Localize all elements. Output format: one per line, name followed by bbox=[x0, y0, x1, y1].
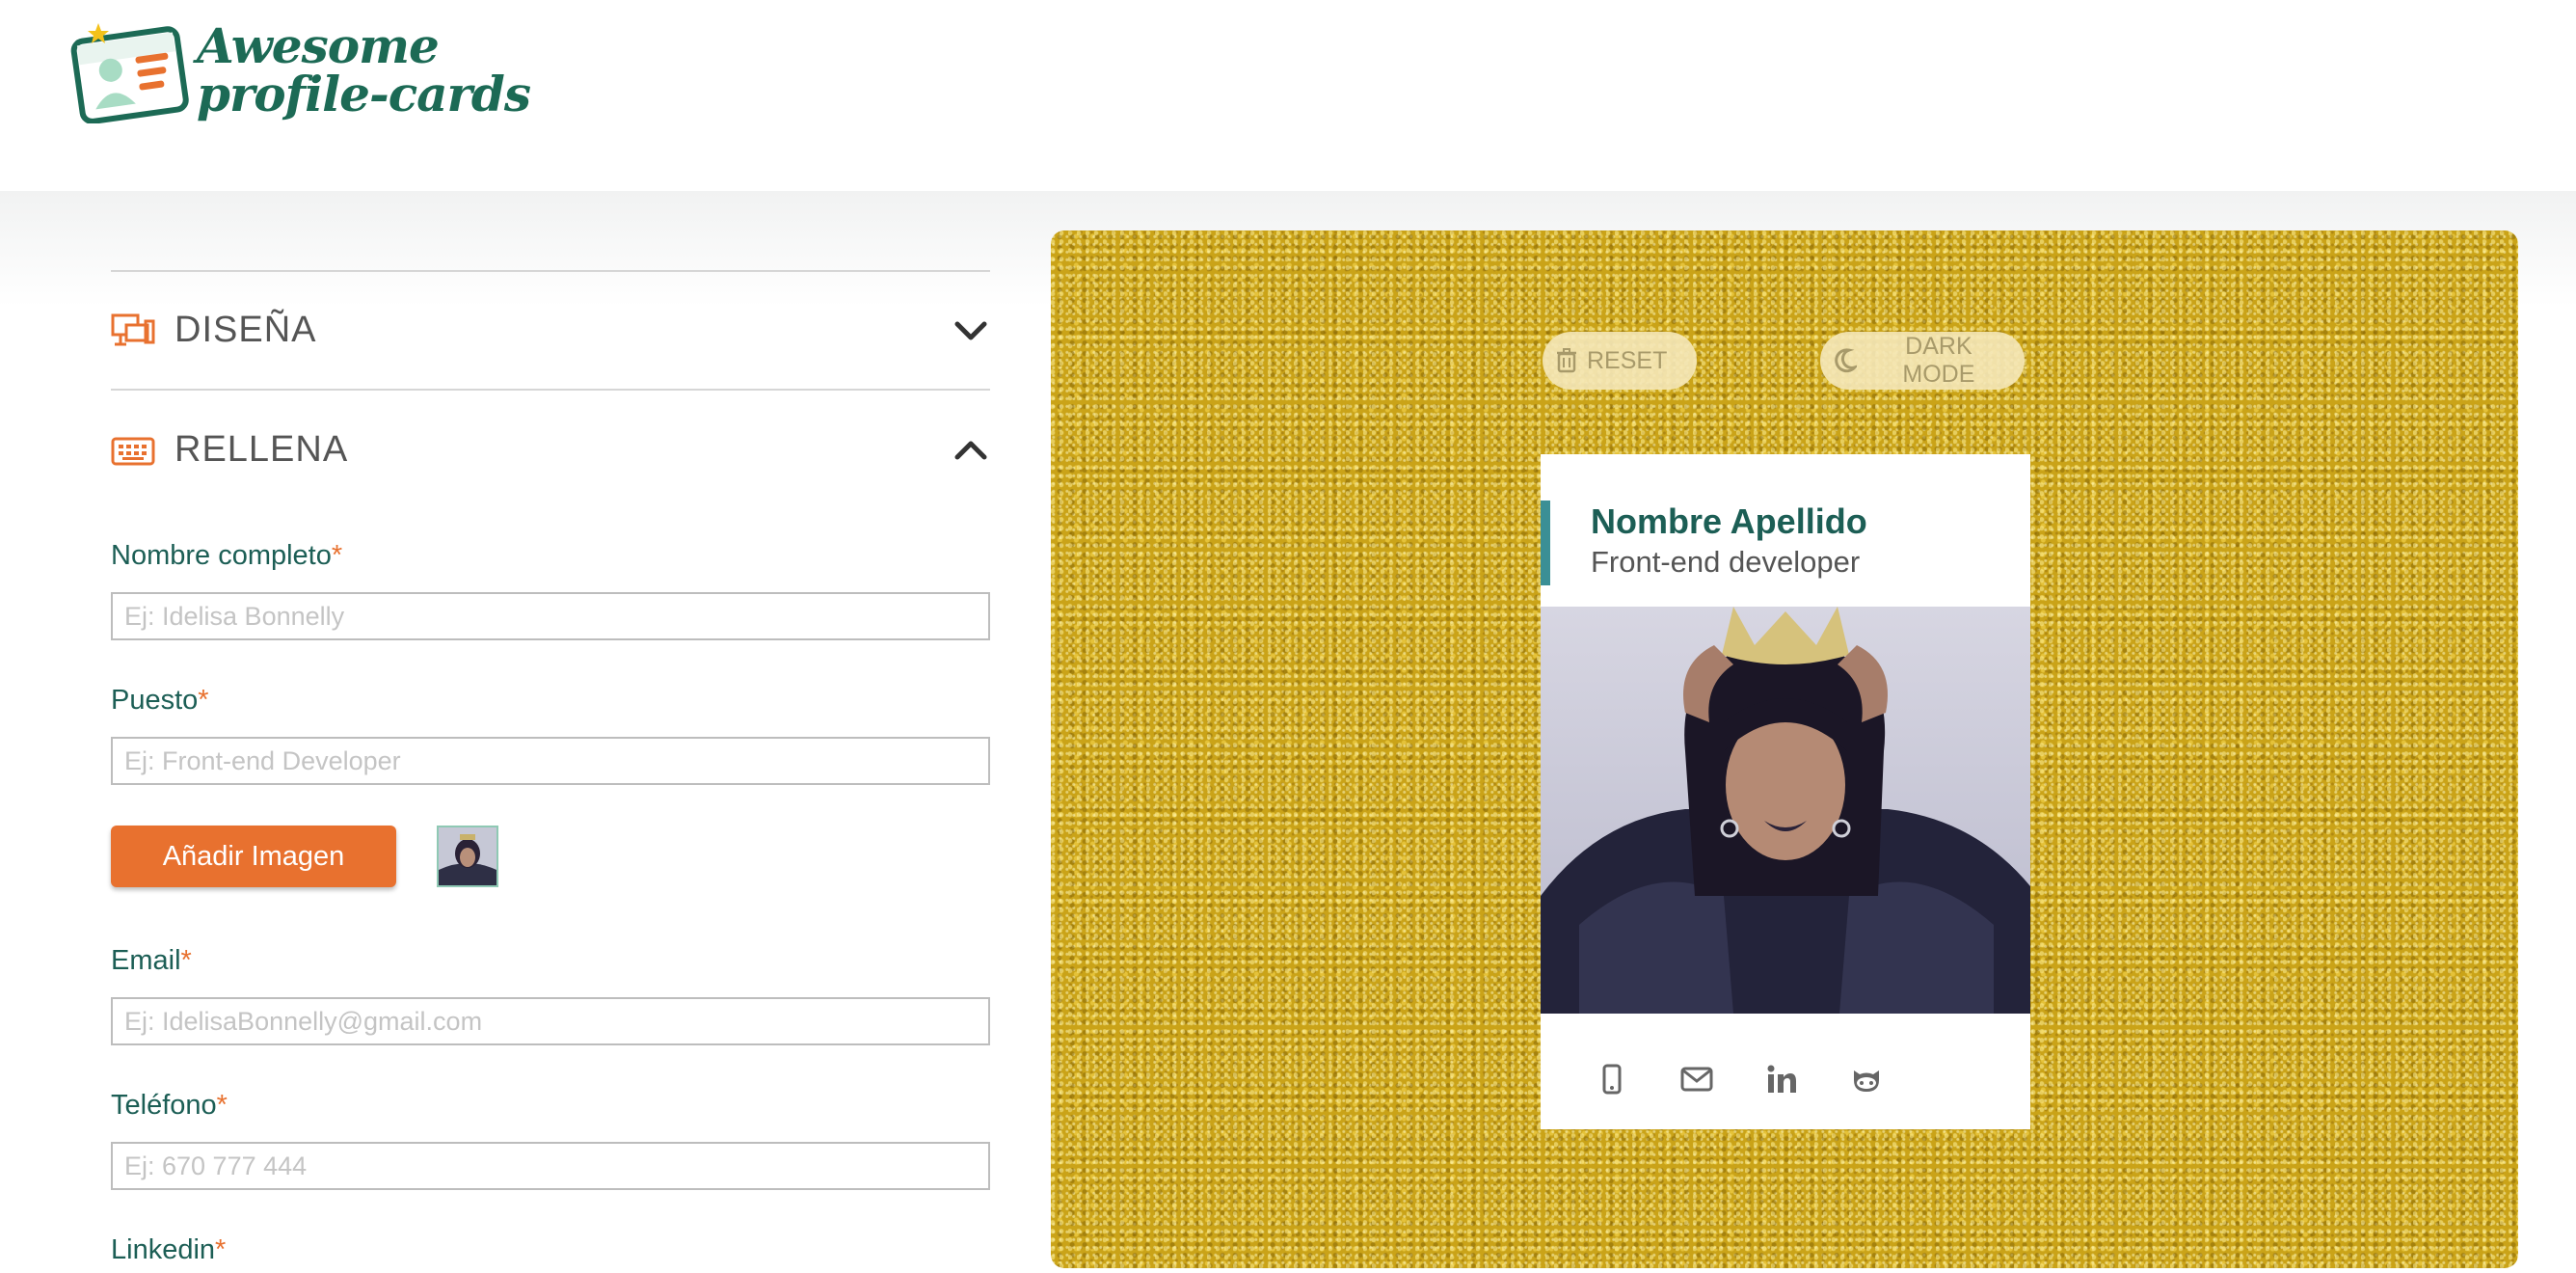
card-job: Front-end developer bbox=[1591, 545, 1861, 579]
section-design-title: DISEÑA bbox=[174, 310, 317, 350]
chevron-up-icon[interactable] bbox=[952, 431, 990, 470]
mail-icon-glyph bbox=[1680, 1067, 1713, 1092]
profile-card: Nombre Apellido Front-end developer bbox=[1541, 454, 2030, 1129]
card-name: Nombre Apellido bbox=[1591, 501, 1867, 541]
profile-photo-image bbox=[1541, 607, 2030, 1014]
profile-image-thumbnail bbox=[437, 826, 498, 887]
add-image-button[interactable]: Añadir Imagen bbox=[111, 826, 396, 887]
required-mark: * bbox=[215, 1234, 227, 1265]
card-social-links bbox=[1541, 1058, 2030, 1100]
mobile-icon[interactable] bbox=[1591, 1058, 1633, 1100]
linkedin-label: Linkedin* bbox=[111, 1234, 226, 1266]
chevron-down-icon[interactable] bbox=[952, 311, 990, 350]
logo-line-1: Awesome bbox=[197, 17, 440, 74]
section-fill-title: RELLENA bbox=[174, 429, 349, 470]
main-area: DISEÑA RELLENA Nombre completo* Puesto* bbox=[0, 191, 2576, 1273]
logo-text: Awesome profile-cards bbox=[197, 17, 531, 122]
email-input[interactable] bbox=[111, 997, 990, 1045]
dark-mode-label: DARK MODE bbox=[1902, 333, 1975, 388]
header: Awesome profile-cards bbox=[0, 0, 2576, 191]
profile-card-logo-icon bbox=[70, 23, 189, 123]
design-icon bbox=[111, 313, 155, 345]
phone-label-text: Teléfono bbox=[111, 1090, 217, 1121]
job-input[interactable] bbox=[111, 737, 990, 785]
card-photo bbox=[1541, 607, 2030, 1014]
name-input[interactable] bbox=[111, 592, 990, 640]
card-preview-panel: RESET DARK MODE Nombre Apellido Front-en… bbox=[1051, 230, 2518, 1268]
keyboard-icon bbox=[111, 437, 155, 465]
card-header: Nombre Apellido Front-end developer bbox=[1541, 501, 2030, 585]
required-mark: * bbox=[331, 540, 343, 571]
logo-line-2: profile-cards bbox=[197, 66, 531, 122]
phone-label: Teléfono* bbox=[111, 1090, 228, 1122]
github-icon-glyph bbox=[1854, 1070, 1879, 1092]
email-label: Email* bbox=[111, 945, 192, 977]
mobile-icon-glyph bbox=[1602, 1064, 1622, 1095]
email-label-text: Email bbox=[111, 945, 181, 976]
name-label: Nombre completo* bbox=[111, 540, 342, 572]
name-label-text: Nombre completo bbox=[111, 540, 332, 571]
phone-input[interactable] bbox=[111, 1142, 990, 1190]
linkedin-label-text: Linkedin bbox=[111, 1234, 216, 1265]
linkedin-icon[interactable] bbox=[1760, 1058, 1803, 1100]
job-label-text: Puesto bbox=[111, 685, 199, 716]
github-icon[interactable] bbox=[1845, 1058, 1888, 1100]
linkedin-icon-glyph bbox=[1767, 1065, 1796, 1093]
logo[interactable]: Awesome profile-cards bbox=[67, 17, 531, 123]
required-mark: * bbox=[180, 945, 192, 976]
dark-mode-button[interactable]: DARK MODE bbox=[1820, 332, 2025, 390]
profile-photo-thumb-icon bbox=[439, 827, 496, 885]
trash-icon bbox=[1557, 348, 1576, 373]
required-mark: * bbox=[198, 685, 209, 716]
job-label: Puesto* bbox=[111, 685, 209, 717]
reset-button[interactable]: RESET bbox=[1543, 332, 1697, 390]
section-fill-header[interactable]: RELLENA bbox=[111, 391, 990, 509]
required-mark: * bbox=[216, 1090, 228, 1121]
section-design-header[interactable]: DISEÑA bbox=[111, 272, 990, 391]
reset-label: RESET bbox=[1587, 346, 1668, 374]
moon-icon bbox=[1835, 348, 1857, 373]
mail-icon[interactable] bbox=[1676, 1058, 1718, 1100]
